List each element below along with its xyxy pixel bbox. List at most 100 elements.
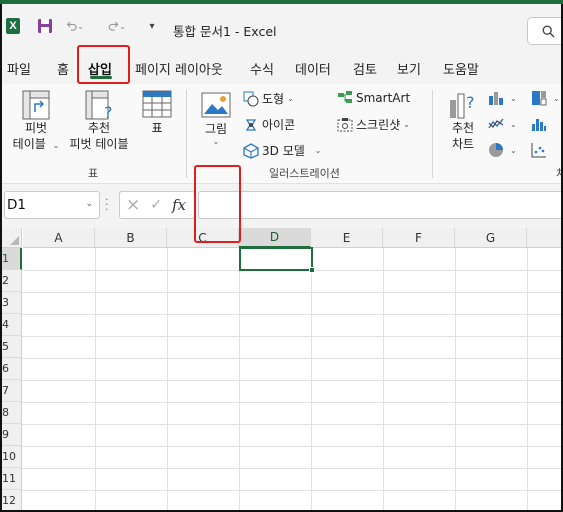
chevron-down-icon: ⌄ [52,141,60,150]
hierarchy-chart-icon [531,90,547,106]
grid-line [22,314,563,315]
undo-dropdown-icon[interactable]: ⌄ [77,22,84,31]
name-box[interactable]: D1 ⌄ [4,191,100,219]
selected-cell[interactable] [239,247,313,271]
formula-input[interactable] [198,191,563,219]
row-header[interactable]: 3 [0,292,22,314]
recommended-charts-label-2: 차트 [451,137,475,151]
recommended-pivot-icon: ? [85,90,113,120]
chevron-down-icon: ⌄ [403,120,410,129]
column-header[interactable]: A [23,228,95,248]
3d-models-label: 3D 모델 [262,144,305,158]
row-header-selected[interactable]: 1 [0,248,22,270]
row-header[interactable]: 5 [0,336,22,358]
row-header[interactable]: 12 [0,490,22,512]
column-header[interactable]: E [311,228,383,248]
redo-dropdown-icon[interactable]: ⌄ [119,22,126,31]
tables-group-label: 표 [88,167,99,180]
select-all-button[interactable] [0,228,22,248]
tab-view[interactable]: 보기 [397,59,421,78]
icons-icon [243,117,259,133]
title-bar: X ⌄ ⌄ ▾ 통합 문서1 - Excel [0,4,563,50]
formula-controls: × ✓ fx [119,191,195,219]
redo-icon[interactable]: ⌄ [108,18,126,34]
icons-button[interactable]: 아이콘 [243,116,295,133]
smartart-icon [337,90,353,106]
fill-handle[interactable] [309,267,315,273]
undo-icon[interactable]: ⌄ [66,18,84,34]
name-box-value: D1 [7,197,26,213]
window-title: 통합 문서1 - Excel [173,24,277,39]
pictures-button[interactable]: 그림 ⌄ [196,92,236,146]
table-label: 표 [151,121,163,135]
illustrations-group-label: 일러스트레이션 [269,167,340,180]
save-icon[interactable] [37,18,53,34]
column-header-selected[interactable]: D [239,228,311,248]
qat-customize-button[interactable]: ▾ [147,18,157,34]
grid-line [22,380,563,381]
smartart-label: SmartArt [356,91,411,105]
column-header[interactable]: B [95,228,167,248]
pivot-table-button[interactable]: 피벗 테이블 ⌄ [12,90,60,154]
row-header[interactable]: 6 [0,358,22,380]
enter-icon[interactable]: ✓ [150,197,162,213]
tab-formulas[interactable]: 수식 [250,59,274,78]
column-chart-icon [488,90,504,106]
chevron-down-icon: ⌄ [510,145,517,155]
row-header[interactable]: 4 [0,314,22,336]
pie-chart-icon [488,142,504,158]
row-header[interactable]: 11 [0,468,22,490]
smartart-button[interactable]: SmartArt [337,90,410,106]
svg-text:?: ? [466,93,475,112]
chevron-down-icon[interactable]: ⌄ [85,199,93,209]
column-header[interactable]: G [455,228,527,248]
column-header[interactable]: F [383,228,455,248]
shapes-icon [243,91,259,107]
recommended-charts-label-1: 추천 [451,121,475,135]
pictures-label: 그림 [204,122,228,136]
search-button[interactable] [527,17,563,45]
ribbon-panel: 피벗 테이블 ⌄ ? 추천 피벗 테이블 표 표 그림 ⌄ 도형 ⌄ 아이콘 3D… [0,84,563,243]
shapes-button[interactable]: 도형 ⌄ [243,90,294,107]
scatter-chart-button[interactable] [531,142,550,158]
column-header[interactable] [527,228,563,248]
grid-line [22,336,563,337]
3d-models-button[interactable]: 3D 모델 ⌄ [243,142,321,159]
row-header[interactable]: 8 [0,402,22,424]
grid-line [22,402,563,403]
tab-data[interactable]: 데이터 [295,59,331,78]
pie-chart-button[interactable]: ⌄ [488,142,517,158]
tab-home[interactable]: 홈 [57,59,69,78]
recommended-charts-button[interactable]: ? 추천 차트 [443,90,483,152]
tab-review[interactable]: 검토 [353,59,377,78]
line-chart-button[interactable]: ⌄ [488,116,517,132]
cancel-icon[interactable]: × [126,195,140,215]
tab-page-layout[interactable]: 페이지 레이아웃 [135,59,223,78]
tab-help[interactable]: 도움말 [443,59,479,78]
charts-group-label: 차 [556,167,563,180]
insert-function-icon[interactable]: fx [172,196,186,214]
tab-file[interactable]: 파일 [7,59,31,78]
screenshot-button[interactable]: 스크린샷 ⌄ [337,116,410,133]
grid-line [22,468,563,469]
pivot-table-label-1: 피벗 [24,121,48,135]
grid-line [22,424,563,425]
grid-line [95,248,96,512]
row-header[interactable]: 7 [0,380,22,402]
chevron-down-icon: ⌄ [510,93,517,103]
row-header[interactable]: 10 [0,446,22,468]
hierarchy-chart-button[interactable]: ⌄ [531,90,560,106]
chevron-down-icon: ⌄ [287,94,294,103]
grid-line [311,248,312,512]
worksheet-grid[interactable]: A B C D E F G 1 2 3 4 5 6 7 8 9 10 11 12 [0,228,563,512]
3d-model-icon [243,142,259,159]
grid-line [527,248,528,512]
table-button[interactable]: 표 [140,90,174,136]
more-options-icon[interactable]: · · · [105,194,111,215]
row-header[interactable]: 2 [0,270,22,292]
column-chart-button[interactable]: ⌄ [488,90,517,106]
row-header[interactable]: 9 [0,424,22,446]
recommended-pivot-table-button[interactable]: ? 추천 피벗 테이블 [66,90,132,152]
chevron-down-icon: ⌄ [212,137,220,146]
statistic-chart-button[interactable] [531,116,550,132]
